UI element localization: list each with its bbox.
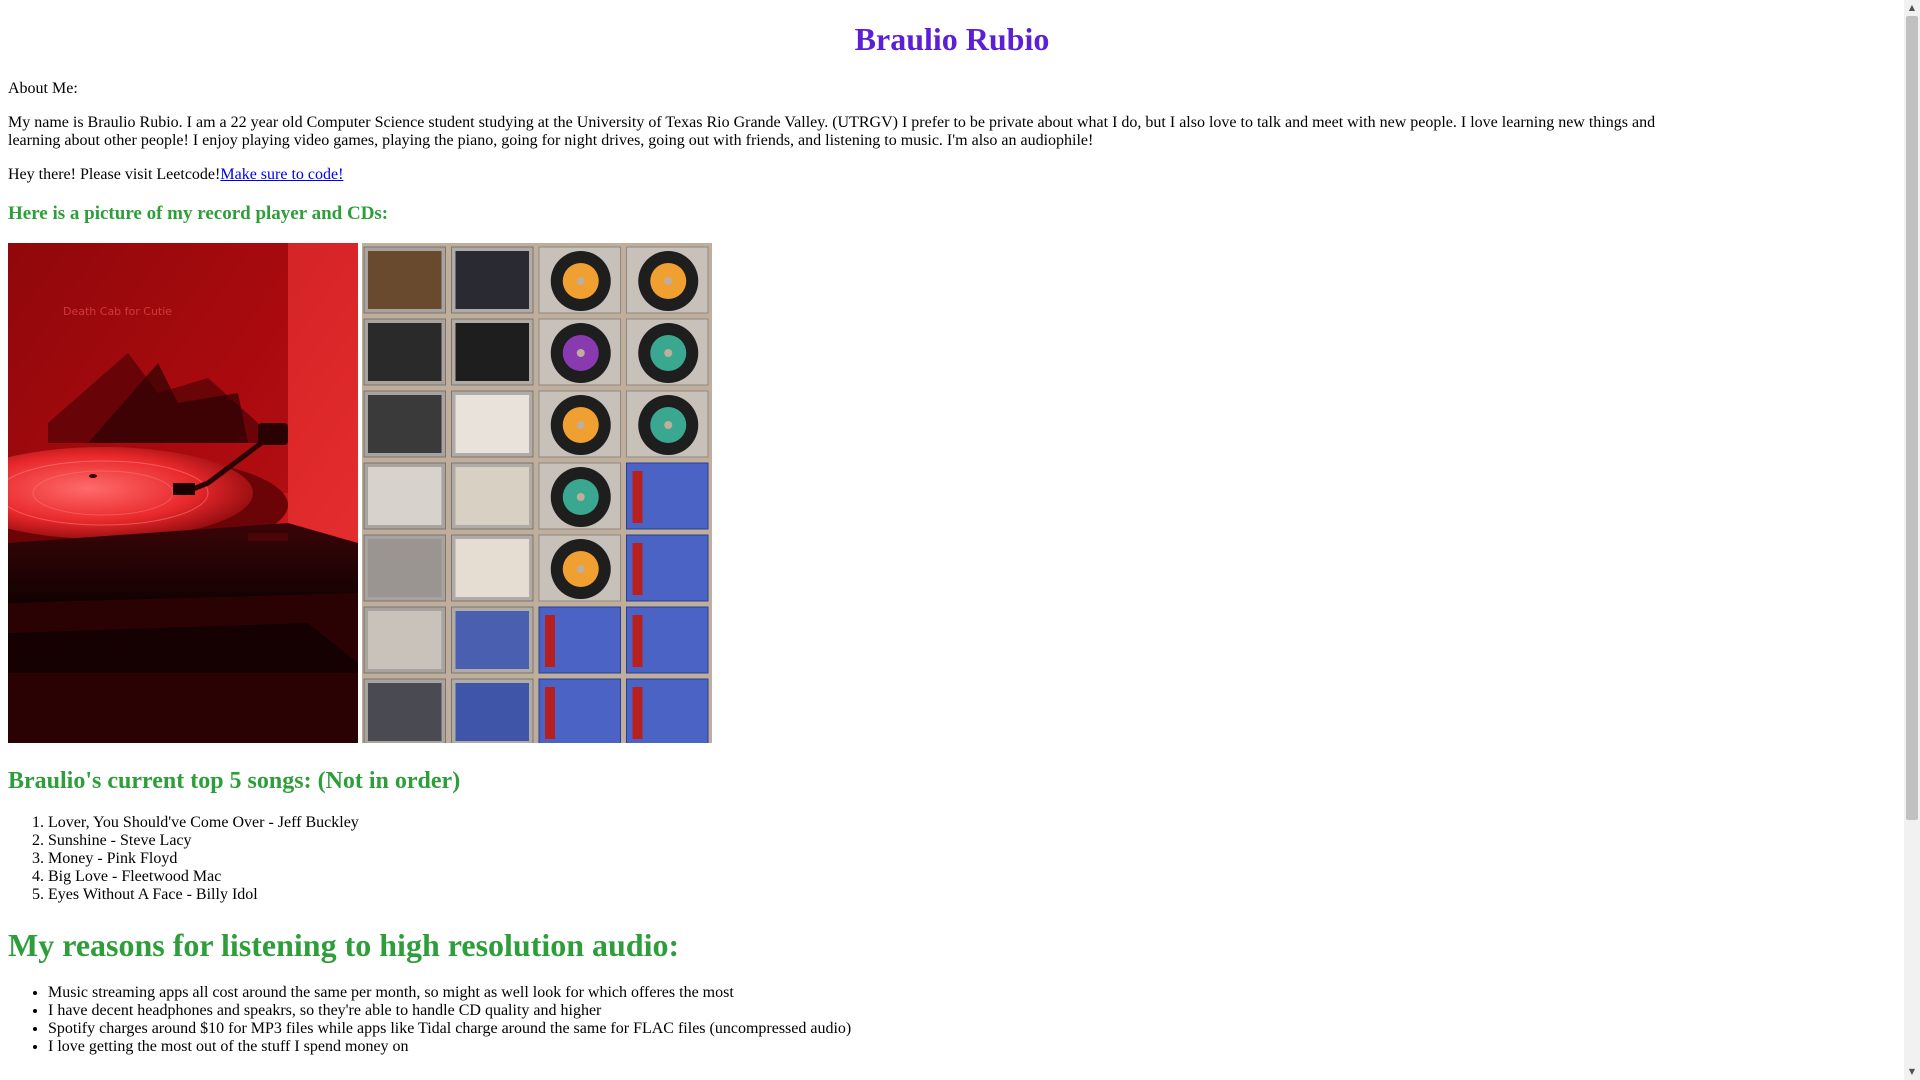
bio-paragraph: My name is Braulio Rubio. I am a 22 year… [8,114,1656,149]
record-player-image: Death Cab for Cutie [8,243,358,743]
visit-text: Hey there! Please visit Leetcode! [8,166,221,183]
cd-collection-photo [362,243,712,743]
album-art-text: Death Cab for Cutie [63,305,172,318]
song-list-item: Big Love - Fleetwood Mac [48,868,359,886]
song-list-item: Lover, You Should've Come Over - Jeff Bu… [48,814,359,832]
song-list-item: Money - Pink Floyd [48,850,359,868]
page: Braulio Rubio About Me: My name is Braul… [0,0,1904,1080]
scrollbar-thumb[interactable] [1906,16,1918,820]
pictures-heading: Here is a picture of my record player an… [8,203,389,224]
visit-line: Hey there! Please visit Leetcode!Make su… [8,166,343,184]
vertical-scrollbar[interactable]: ▲ ▼ [1904,0,1920,1080]
reason-list-item: I have decent headphones and speakrs, so… [48,1002,1448,1020]
song-list-item: Sunshine - Steve Lacy [48,832,359,850]
scroll-up-arrow-icon[interactable]: ▲ [1904,0,1920,16]
cd-collection-image [362,243,712,743]
reasons-list: Music streaming apps all cost around the… [0,984,1448,1056]
record-player-photo: Death Cab for Cutie [8,243,358,743]
reason-list-item: Music streaming apps all cost around the… [48,984,1448,1002]
songs-heading: Braulio's current top 5 songs: (Not in o… [8,768,461,794]
leetcode-link[interactable]: Make sure to code! [220,166,343,183]
song-list-item: Eyes Without A Face - Billy Idol [48,886,359,904]
songs-list: Lover, You Should've Come Over - Jeff Bu… [0,814,359,904]
reason-list-item: I love getting the most out of the stuff… [48,1038,1448,1056]
about-label: About Me: [8,80,78,97]
reason-list-item: Spotify charges around $10 for MP3 files… [48,1020,1448,1038]
page-title: Braulio Rubio [854,21,1050,57]
scroll-down-arrow-icon[interactable]: ▼ [1904,1064,1920,1080]
reasons-heading: My reasons for listening to high resolut… [8,927,680,963]
